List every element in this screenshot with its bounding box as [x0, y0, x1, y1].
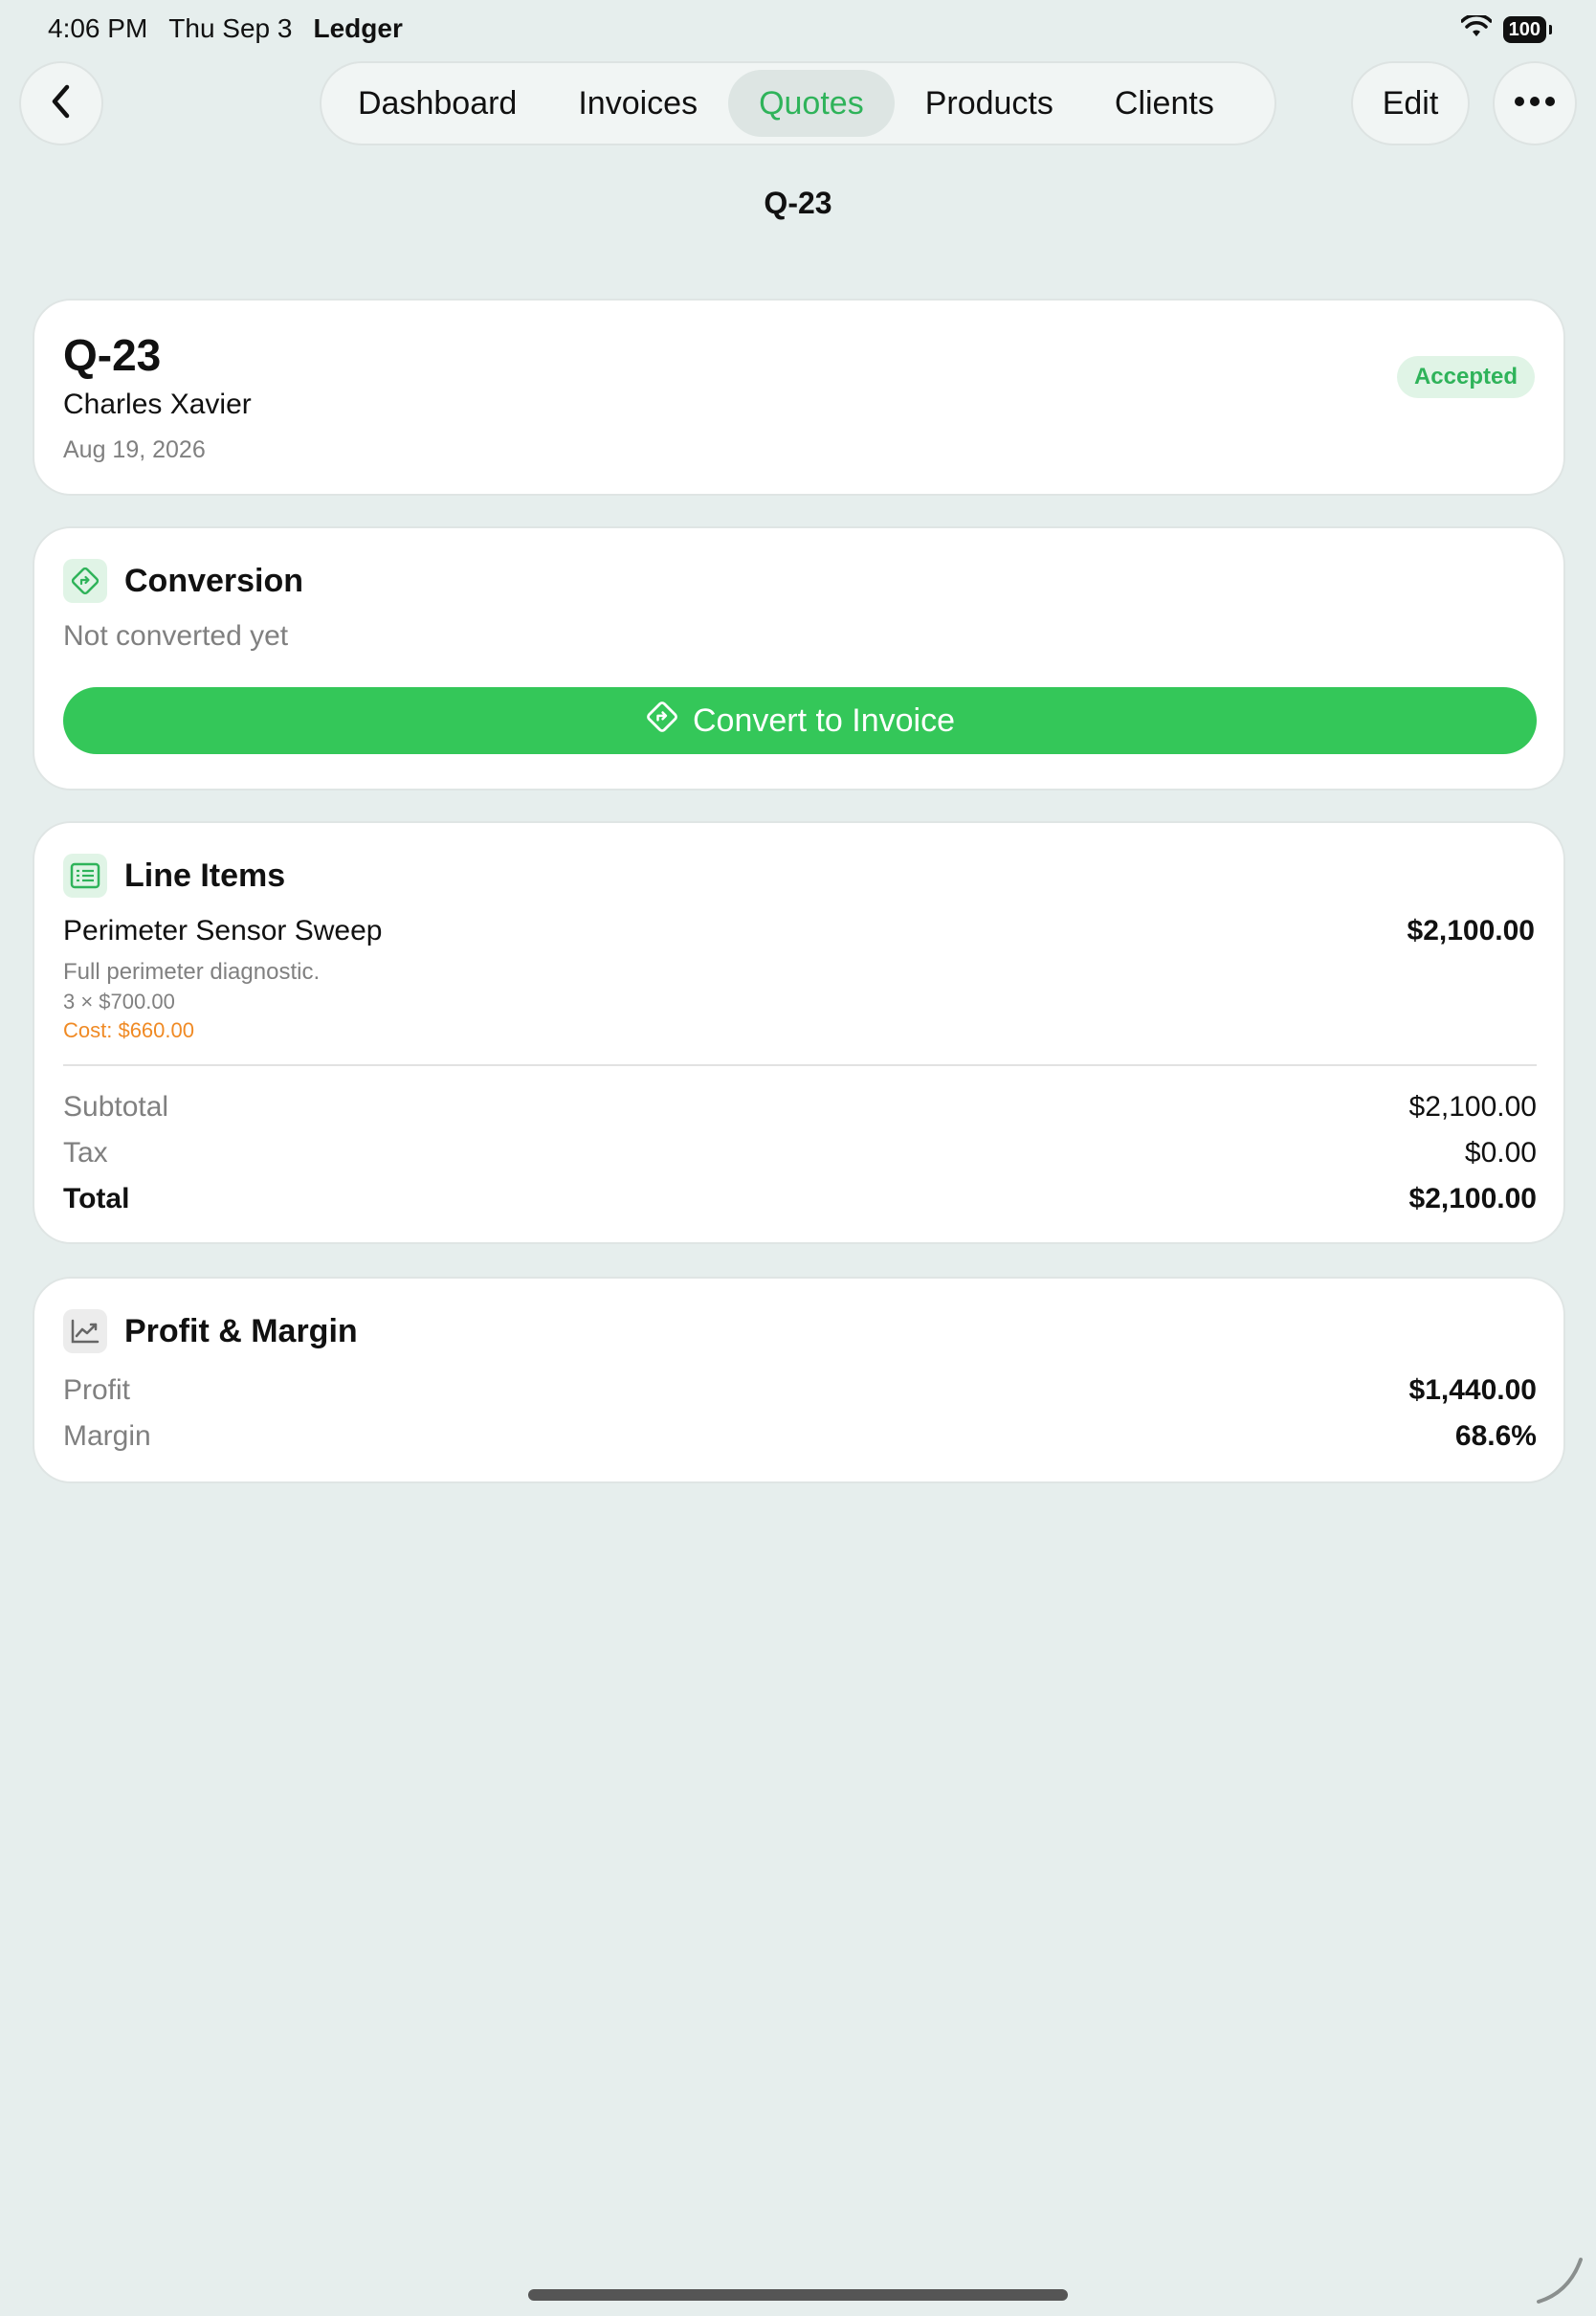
profit-margin-card: Profit & Margin Profit $1,440.00 Margin … [33, 1277, 1565, 1483]
conversion-card: Conversion Not converted yet Convert to … [33, 526, 1565, 791]
chevron-left-icon [47, 82, 76, 125]
tab-dashboard[interactable]: Dashboard [327, 70, 547, 137]
page-title: Q-23 [764, 186, 832, 220]
more-button[interactable] [1493, 61, 1577, 145]
tab-clients[interactable]: Clients [1084, 70, 1245, 137]
chart-line-icon [63, 1309, 107, 1353]
profit-header: Profit & Margin [63, 1309, 358, 1353]
tab-invoices[interactable]: Invoices [547, 70, 728, 137]
subtotal-row: Subtotal $2,100.00 [63, 1091, 1537, 1124]
quote-detail-screen: 4:06 PM Thu Sep 3 Ledger 100 Dashboard I… [0, 0, 1596, 2316]
status-right: 100 [1459, 13, 1553, 43]
quote-number: Q-23 [63, 330, 162, 380]
status-time: 4:06 PM [48, 13, 148, 43]
resize-corner-icon [1531, 2250, 1588, 2312]
margin-value: 68.6% [1454, 1420, 1537, 1452]
quote-date: Aug 19, 2026 [63, 436, 206, 463]
quote-summary-card: Q-23 Charles Xavier Aug 19, 2026 Accepte… [33, 299, 1565, 496]
conversion-status: Not converted yet [63, 620, 289, 652]
line-item-description: Full perimeter diagnostic. [63, 959, 321, 985]
line-items-title: Line Items [124, 857, 286, 894]
tax-value: $0.00 [1464, 1137, 1537, 1169]
line-item-quantity-price: 3 × $700.00 [63, 990, 175, 1013]
margin-label: Margin [63, 1420, 151, 1452]
ellipsis-icon [1514, 95, 1556, 112]
conversion-title: Conversion [124, 562, 304, 599]
arrow-turn-right-diamond-icon [63, 559, 107, 603]
tax-label: Tax [63, 1137, 108, 1169]
profit-value: $1,440.00 [1408, 1374, 1537, 1406]
divider [63, 1064, 1537, 1066]
convert-to-invoice-button[interactable]: Convert to Invoice [63, 687, 1537, 754]
line-item-name: Perimeter Sensor Sweep [63, 915, 383, 946]
profit-label: Profit [63, 1374, 131, 1406]
quote-client: Charles Xavier [63, 389, 252, 420]
total-label: Total [63, 1183, 130, 1214]
status-date: Thu Sep 3 [168, 13, 293, 43]
tab-products[interactable]: Products [895, 70, 1084, 137]
conversion-header: Conversion [63, 559, 303, 603]
profit-margin-title: Profit & Margin [124, 1312, 358, 1349]
tab-quotes[interactable]: Quotes [728, 70, 895, 137]
status-app-name: Ledger [313, 13, 403, 43]
status-bar: 4:06 PM Thu Sep 3 Ledger 100 [0, 0, 1596, 57]
subtotal-value: $2,100.00 [1408, 1091, 1537, 1123]
line-item-amount: $2,100.00 [1407, 915, 1535, 946]
line-items-card: Line Items Perimeter Sensor Sweep $2,100… [33, 821, 1565, 1244]
total-row: Total $2,100.00 [63, 1183, 1537, 1215]
line-item-cost: Cost: $660.00 [63, 1018, 194, 1042]
wifi-icon [1459, 13, 1493, 43]
section-tabs: Dashboard Invoices Quotes Products Clien… [320, 61, 1276, 145]
home-indicator[interactable] [528, 2289, 1068, 2301]
margin-row: Margin 68.6% [63, 1420, 1537, 1453]
total-value: $2,100.00 [1408, 1183, 1537, 1214]
back-button[interactable] [19, 61, 103, 145]
status-left: 4:06 PM Thu Sep 3 Ledger [48, 13, 403, 44]
status-badge: Accepted [1396, 356, 1535, 398]
line-items-header: Line Items [63, 854, 285, 898]
edit-button[interactable]: Edit [1351, 61, 1470, 145]
convert-icon [645, 700, 679, 743]
convert-button-label: Convert to Invoice [692, 701, 956, 739]
tax-row: Tax $0.00 [63, 1137, 1537, 1169]
battery-icon: 100 [1502, 15, 1553, 43]
list-icon [63, 854, 107, 898]
profit-row: Profit $1,440.00 [63, 1374, 1537, 1407]
subtotal-label: Subtotal [63, 1091, 169, 1123]
